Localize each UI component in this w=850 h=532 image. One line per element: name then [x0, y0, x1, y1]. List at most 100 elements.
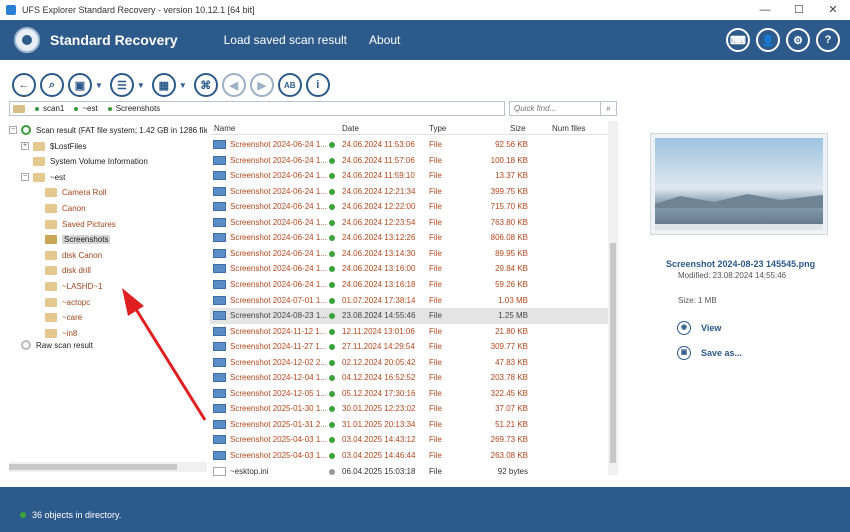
save-dropdown-icon[interactable]: ▼ — [95, 81, 103, 90]
collapse-icon[interactable]: − — [9, 126, 17, 134]
status-dot-icon — [329, 219, 335, 226]
select-icon[interactable]: ▦ — [151, 73, 176, 97]
table-row[interactable]: Screenshot 2024-06-24 1... 24.06.2024 12:… — [210, 184, 608, 200]
search-icon[interactable]: ⌕ — [601, 101, 617, 116]
table-row[interactable]: Screenshot 2024-06-24 1... 24.06.2024 11:… — [210, 168, 608, 184]
save-icon: ▣ — [677, 346, 691, 360]
tree-item[interactable]: ~LASHD~1 — [33, 279, 102, 293]
save-icon[interactable]: ▣ — [68, 73, 92, 97]
table-row[interactable]: Screenshot 2024-11-27 1... 27.11.2024 14:… — [210, 339, 608, 355]
list-vertical-scrollbar[interactable] — [608, 121, 618, 475]
table-row[interactable]: Screenshot 2025-04-03 1... 03.04.2025 14:… — [210, 448, 608, 464]
breadcrumb-item[interactable]: scan1 — [35, 104, 64, 113]
info-icon[interactable]: i — [305, 73, 330, 97]
tree-item-label: $LostFiles — [50, 141, 87, 151]
next-icon[interactable]: ▶ — [249, 73, 274, 97]
file-icon — [213, 419, 226, 429]
cell-name: Screenshot 2024-12-05 1... — [230, 388, 327, 398]
table-row[interactable]: Screenshot 2024-06-24 1... 24.06.2024 13:… — [210, 246, 608, 262]
column-num-files[interactable]: Num files — [552, 124, 585, 133]
column-header: Name Date Type Size Num files — [210, 121, 608, 135]
cell-type: File — [429, 155, 442, 165]
table-row[interactable]: Screenshot 2024-06-24 1... 24.06.2024 13:… — [210, 230, 608, 246]
table-row[interactable]: Screenshot 2024-12-04 1... 04.12.2024 16:… — [210, 370, 608, 386]
load-scan-result-link[interactable]: Load saved scan result — [224, 33, 347, 47]
tree-item[interactable]: Saved Pictures — [33, 217, 116, 231]
about-link[interactable]: About — [369, 33, 400, 47]
cell-date: 03.04.2025 14:43:12 — [342, 435, 416, 445]
cell-type: File — [429, 466, 442, 476]
list-icon[interactable]: ☰ — [109, 73, 134, 97]
minimize-button[interactable]: — — [748, 0, 782, 20]
tree-item[interactable]: disk Canon — [33, 248, 102, 262]
status-dot-icon — [329, 157, 335, 164]
tree-item[interactable]: disk drill — [33, 264, 91, 278]
table-row[interactable]: ~esktop.ini 06.04.2025 15:03:18 File 92 byt… — [210, 464, 608, 480]
keyboard-icon[interactable]: ⌨ — [726, 28, 750, 52]
back-icon[interactable]: ← — [12, 73, 36, 97]
table-row[interactable]: Screenshot 2024-12-02 2... 02.12.2024 20:… — [210, 355, 608, 371]
tree-item[interactable]: + $LostFiles — [21, 139, 86, 153]
tree-item[interactable]: System Volume Information — [21, 155, 148, 169]
tree-item[interactable]: Canon — [33, 201, 86, 215]
status-dot-icon — [329, 421, 335, 428]
breadcrumb: scan1 ~est Screenshots — [9, 101, 505, 116]
column-name[interactable]: Name — [214, 124, 235, 133]
column-date[interactable]: Date — [342, 124, 359, 133]
file-icon — [213, 404, 226, 414]
cell-date: 24.06.2024 13:14:30 — [342, 248, 416, 258]
tree-horizontal-scrollbar[interactable] — [9, 462, 207, 472]
tree-item[interactable]: ~care — [33, 311, 82, 325]
tree-raw-scan[interactable]: Raw scan result — [9, 338, 93, 352]
breadcrumb-item[interactable]: Screenshots — [107, 104, 160, 113]
status-bar: 36 objects in directory. — [0, 487, 850, 532]
table-row[interactable]: Screenshot 2024-08-23 1... 23.08.2024 14:… — [210, 308, 608, 324]
view-button[interactable]: ◉ View — [677, 321, 721, 335]
table-row[interactable]: Screenshot 2024-07-01 1... 01.07.2024 17:… — [210, 293, 608, 309]
cell-date: 23.08.2024 14:55:46 — [342, 311, 416, 321]
table-row[interactable]: Screenshot 2024-06-24 1... 24.06.2024 13:… — [210, 277, 608, 293]
folder-icon — [13, 104, 25, 113]
folder-icon — [45, 281, 57, 291]
prev-icon[interactable]: ◀ — [221, 73, 246, 97]
tree-item[interactable]: Screenshots — [33, 233, 111, 247]
text-icon[interactable]: AB — [277, 73, 302, 97]
table-row[interactable]: Screenshot 2024-06-24 1... 24.06.2024 11:… — [210, 153, 608, 169]
collapse-icon[interactable]: − — [21, 173, 29, 182]
search-icon[interactable]: ⌕ — [40, 73, 64, 97]
table-row[interactable]: Screenshot 2024-11-12 1... 12.11.2024 13:… — [210, 324, 608, 340]
breadcrumb-item[interactable]: ~est — [74, 104, 98, 113]
table-row[interactable]: Screenshot 2025-01-30 1... 30.01.2025 12:… — [210, 401, 608, 417]
status-dot-icon — [329, 406, 335, 413]
gear-icon[interactable]: ⚙ — [786, 28, 810, 52]
table-row[interactable]: Screenshot 2025-01-31 2... 31.01.2025 20:… — [210, 417, 608, 433]
column-type[interactable]: Type — [429, 124, 446, 133]
binoculars-icon[interactable]: ⌘ — [193, 73, 218, 97]
maximize-button[interactable]: ☐ — [782, 0, 816, 20]
user-icon[interactable]: 👤 — [756, 28, 780, 52]
column-size[interactable]: Size — [510, 124, 526, 133]
table-row[interactable]: Screenshot 2025-04-03 1... 03.04.2025 14:… — [210, 432, 608, 448]
cell-type: File — [429, 295, 442, 305]
folder-icon — [45, 235, 57, 245]
table-row[interactable]: Screenshot 2024-06-24 1... 24.06.2024 12:… — [210, 199, 608, 215]
table-row[interactable]: Screenshot 2024-12-05 1... 05.12.2024 17:… — [210, 386, 608, 402]
tree-item[interactable]: Camera Roll — [33, 186, 106, 200]
title-bar: UFS Explorer Standard Recovery - version… — [0, 0, 850, 20]
cell-name: Screenshot 2025-01-30 1... — [230, 404, 327, 414]
select-dropdown-icon[interactable]: ▼ — [179, 81, 187, 90]
list-dropdown-icon[interactable]: ▼ — [137, 81, 145, 90]
tree-root[interactable]: − Scan result (FAT file system; 1.42 GB … — [9, 123, 207, 137]
table-row[interactable]: Screenshot 2024-06-24 1... 24.06.2024 13:… — [210, 261, 608, 277]
save-as-button[interactable]: ▣ Save as... — [677, 346, 742, 360]
expand-icon[interactable]: + — [21, 142, 29, 150]
tree-item[interactable]: ~actopc — [33, 295, 90, 309]
help-icon[interactable]: ? — [816, 28, 840, 52]
table-row[interactable]: Screenshot 2024-06-24 1... 24.06.2024 11:… — [210, 137, 608, 153]
quick-find-input[interactable] — [509, 101, 601, 116]
cell-size: 322.45 KB — [490, 388, 528, 398]
table-row[interactable]: Screenshot 2024-06-24 1... 24.06.2024 12:… — [210, 215, 608, 231]
tree-item[interactable]: − ~est — [21, 170, 65, 184]
file-icon — [213, 357, 226, 367]
close-button[interactable]: ✕ — [816, 0, 850, 20]
